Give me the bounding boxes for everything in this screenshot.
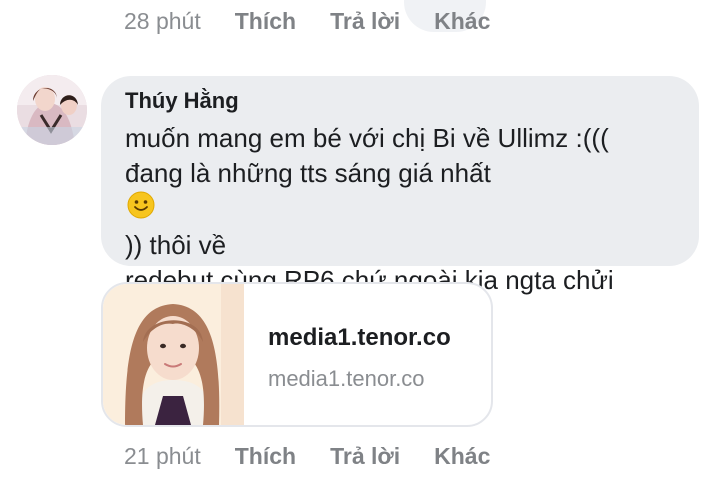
slightly-smiling-face-icon <box>127 191 683 228</box>
comment-timestamp: 21 phút <box>124 443 201 469</box>
link-title[interactable]: media1.tenor.co <box>268 324 451 352</box>
more-button[interactable]: Khác <box>434 443 490 470</box>
reply-button[interactable]: Trả lời <box>330 8 400 35</box>
link-domain: media1.tenor.co <box>268 366 425 391</box>
comment-line: đang là những tts sáng giá nhất <box>125 158 491 188</box>
comment-line-with-emoji: đang là những tts sáng giá nhất )) thôi … <box>125 156 685 263</box>
link-thumbnail <box>103 284 244 425</box>
reply-button[interactable]: Trả lời <box>330 443 400 470</box>
link-preview-card[interactable]: media1.tenor.co media1.tenor.co <box>101 282 493 427</box>
comment-author[interactable]: Thúy Hằng <box>125 88 239 114</box>
like-button[interactable]: Thích <box>235 443 296 470</box>
avatar[interactable] <box>17 75 87 145</box>
comment-line: muốn mang em bé với chị Bi về Ullimz :((… <box>125 123 609 153</box>
comment-actions: 21 phút Thích Trả lời Khác <box>124 443 524 470</box>
comment-line: )) thôi về <box>125 230 227 260</box>
comment-timestamp: 28 phút <box>124 8 201 34</box>
more-button[interactable]: Khác <box>434 8 490 35</box>
previous-comment-actions: 28 phút Thích Trả lời Khác <box>124 8 524 35</box>
like-button[interactable]: Thích <box>235 8 296 35</box>
comment-bubble: Thúy Hằng muốn mang em bé với chị Bi về … <box>101 76 699 330</box>
